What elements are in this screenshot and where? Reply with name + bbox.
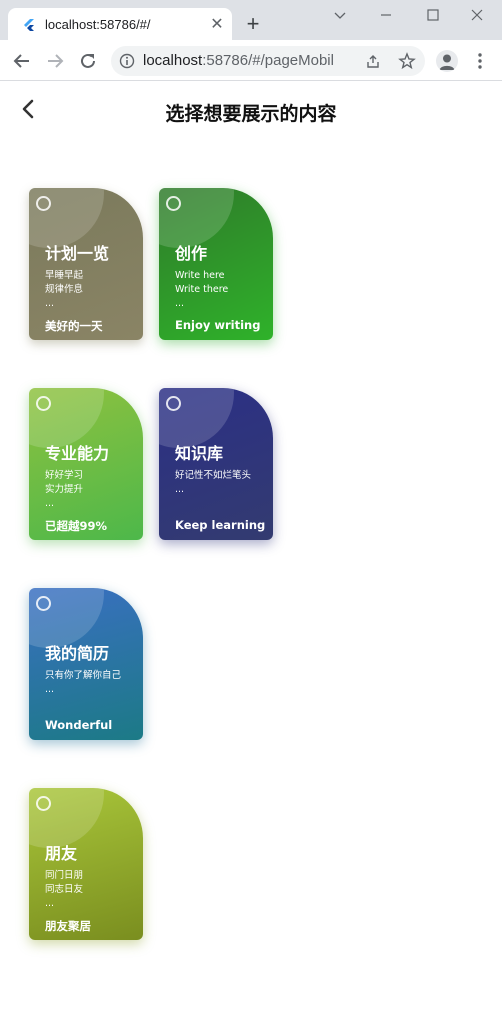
share-icon[interactable] <box>365 53 381 69</box>
radio-button[interactable] <box>166 396 181 411</box>
card-title: 创作 <box>175 244 208 263</box>
browser-tab-bar: localhost:58786/#/ ✕ + <box>0 0 502 41</box>
card-title: 知识库 <box>175 444 224 463</box>
info-icon[interactable] <box>119 53 135 69</box>
card-lines: 好记性不如烂笔头 ... <box>175 469 251 497</box>
menu-icon[interactable] <box>475 51 485 71</box>
card-title: 朋友 <box>45 844 78 863</box>
card-line: 早睡早起 <box>45 270 84 281</box>
browser-toolbar: localhost:58786/#/pageMobil... <box>0 40 502 81</box>
browser-tab[interactable]: localhost:58786/#/ ✕ <box>8 8 232 41</box>
card-line: ... <box>45 684 55 695</box>
card-line: Write here <box>175 270 225 281</box>
card-line: ... <box>45 298 55 309</box>
card-line: 只有你了解你自己 <box>45 670 122 681</box>
card-line: ... <box>45 898 55 909</box>
back-icon[interactable] <box>12 51 32 71</box>
minimize-icon[interactable] <box>377 6 395 24</box>
card-line: 同志日友 <box>45 884 84 895</box>
chevron-down-icon[interactable] <box>331 6 349 24</box>
tab-close-button[interactable]: ✕ <box>208 15 226 33</box>
card-knowledge-base[interactable]: 知识库 好记性不如烂笔头 ... Keep learning <box>159 388 273 540</box>
card-title: 专业能力 <box>45 444 110 463</box>
card-title: 计划一览 <box>45 244 110 263</box>
card-plan-overview[interactable]: 计划一览 早睡早起 规律作息 ... 美好的一天 <box>29 188 143 340</box>
card-line: 同门日朋 <box>45 870 84 881</box>
star-icon[interactable] <box>398 52 416 70</box>
card-friends[interactable]: 朋友 同门日朋 同志日友 ... 朋友聚居 <box>29 788 143 940</box>
forward-icon[interactable] <box>45 51 65 71</box>
card-my-resume[interactable]: 我的简历 只有你了解你自己 ... Wonderful <box>29 588 143 740</box>
card-title: 我的简历 <box>45 644 110 663</box>
radio-button[interactable] <box>36 596 51 611</box>
card-lines: 早睡早起 规律作息 ... <box>45 269 83 311</box>
reload-icon[interactable] <box>78 51 98 71</box>
radio-button[interactable] <box>36 396 51 411</box>
maximize-icon[interactable] <box>424 6 442 24</box>
card-creation[interactable]: 创作 Write here Write there ... Enjoy writ… <box>159 188 273 340</box>
card-line: 好好学习 <box>45 470 84 481</box>
card-line: Write there <box>175 284 229 295</box>
url-host: localhost <box>143 52 203 69</box>
app-page: 选择想要展示的内容 计划一览 早睡早起 规律作息 ... 美好的一天 创作 Wr… <box>0 82 502 1015</box>
flutter-favicon <box>24 19 34 31</box>
new-tab-button[interactable]: + <box>243 13 263 35</box>
url-text[interactable]: localhost:58786/#/pageMobil... <box>143 52 333 69</box>
close-icon[interactable] <box>468 6 486 24</box>
card-lines: 同门日朋 同志日友 ... <box>45 869 83 911</box>
card-line: 实力提升 <box>45 484 84 495</box>
card-footer: 美好的一天 <box>45 319 103 333</box>
card-line: 规律作息 <box>45 284 84 295</box>
card-line: ... <box>175 484 185 495</box>
card-line: ... <box>45 498 55 509</box>
card-lines: Write here Write there ... <box>175 269 228 311</box>
card-footer: 朋友聚居 <box>45 919 91 933</box>
address-bar[interactable]: localhost:58786/#/pageMobil... <box>111 46 425 76</box>
card-lines: 好好学习 实力提升 ... <box>45 469 83 511</box>
card-footer: Enjoy writing <box>175 318 261 332</box>
card-footer: 已超越99% <box>45 519 108 533</box>
page-title: 选择想要展示的内容 <box>165 103 337 125</box>
card-line: ... <box>175 298 185 309</box>
profile-icon[interactable] <box>436 50 458 72</box>
radio-button[interactable] <box>36 196 51 211</box>
card-lines: 只有你了解你自己 ... <box>45 669 121 697</box>
radio-button[interactable] <box>36 796 51 811</box>
radio-button[interactable] <box>166 196 181 211</box>
card-footer: Wonderful <box>45 718 113 732</box>
card-professional-skills[interactable]: 专业能力 好好学习 实力提升 ... 已超越99% <box>29 388 143 540</box>
url-path: :58786/#/pageMobil... <box>202 52 333 69</box>
avatar-silhouette-icon <box>439 54 455 70</box>
card-footer: Keep learning <box>175 518 266 532</box>
tab-title: localhost:58786/#/ <box>45 17 151 32</box>
card-line: 好记性不如烂笔头 <box>175 470 252 481</box>
